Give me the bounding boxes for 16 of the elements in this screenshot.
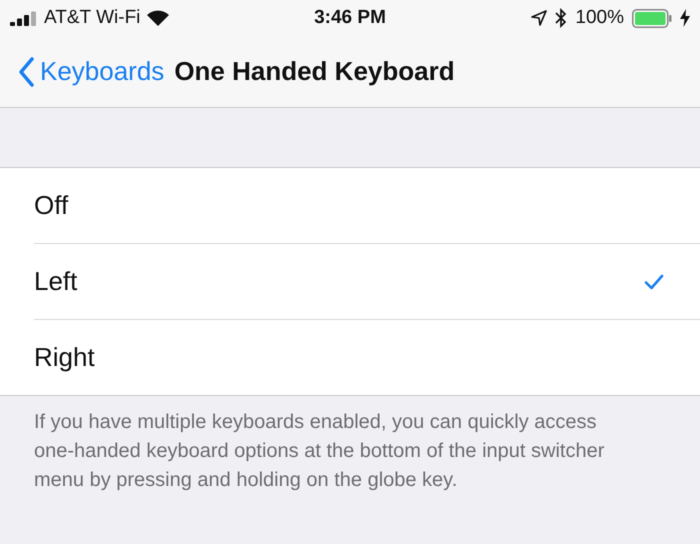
signal-icon	[10, 10, 38, 26]
bluetooth-icon	[555, 8, 568, 28]
battery-percentage: 100%	[575, 7, 624, 29]
page-title: One Handed Keyboard	[174, 56, 455, 87]
carrier-name: AT&T Wi-Fi	[44, 7, 140, 29]
option-row[interactable]: Left	[34, 244, 700, 320]
wifi-icon	[146, 10, 170, 26]
battery-icon	[632, 8, 672, 28]
back-link[interactable]: Keyboards	[18, 56, 164, 87]
location-icon	[531, 10, 548, 26]
chevron-left-icon	[18, 56, 34, 86]
charging-icon	[680, 9, 690, 27]
option-row[interactable]: Right	[34, 320, 700, 395]
clock-time: 3:46 PM	[314, 7, 386, 29]
option-row[interactable]: Off	[34, 168, 700, 244]
footer-note: If you have multiple keyboards enabled, you can quickly access one-handed keyboard options at the bottom of the input switcher menu by pressing and holding on the globe key.	[34, 410, 606, 493]
